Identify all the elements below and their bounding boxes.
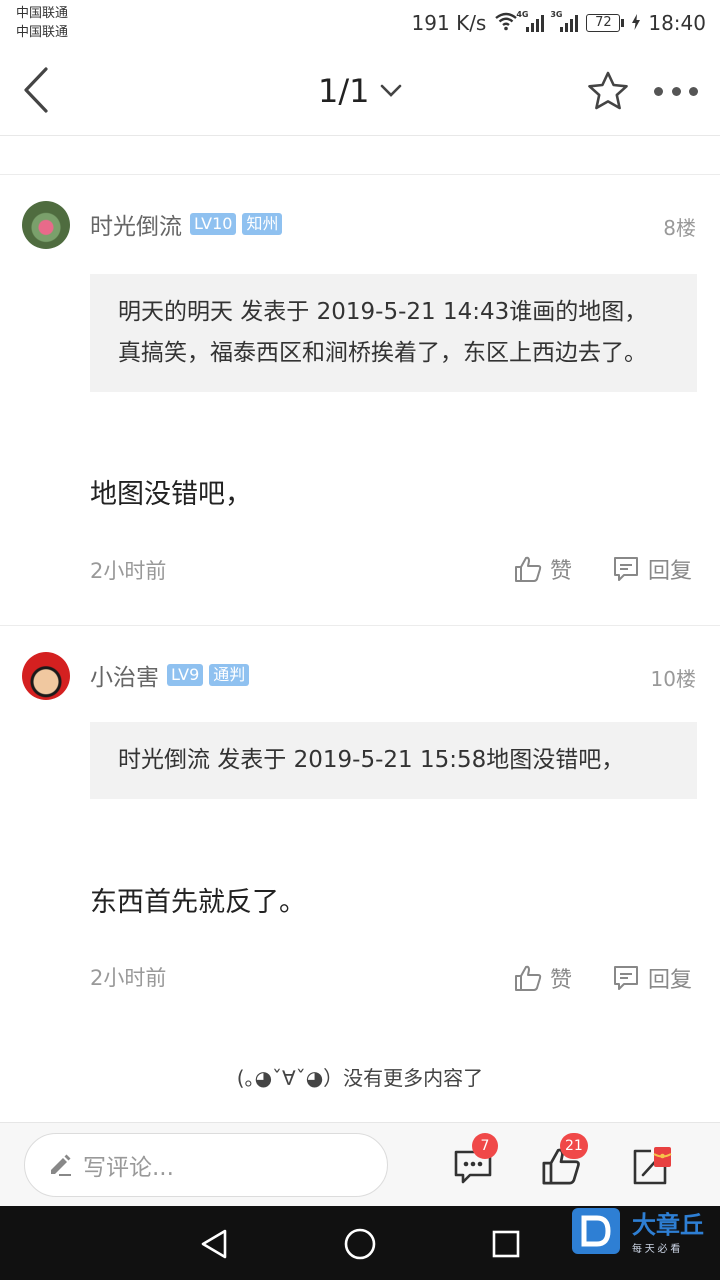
post-time: 2小时前 (90, 559, 167, 583)
comment-placeholder: 写评论... (83, 1155, 174, 1181)
floor-number: 8楼 (663, 216, 696, 240)
thumb-up-icon (515, 965, 542, 991)
system-home-button[interactable] (340, 1224, 380, 1264)
quote-block[interactable]: 明天的明天 发表于 2019-5-21 14:43谁画的地图，真搞笑，福泰西区和… (90, 274, 697, 392)
page-selector[interactable]: 1/1 (318, 70, 402, 112)
triangle-back-icon (201, 1229, 227, 1259)
post-content: 地图没错吧， (90, 479, 252, 510)
role-badge: 知州 (242, 213, 283, 235)
reply-button[interactable]: 回复 (612, 553, 692, 585)
wifi-icon (494, 11, 518, 36)
page-indicator: 1/1 (318, 72, 370, 110)
favorite-button[interactable] (584, 68, 632, 114)
watermark-brand: 大章丘 (632, 1211, 704, 1239)
share-button[interactable] (626, 1141, 676, 1191)
level-badge: LV10 (190, 213, 237, 235)
author-row: 小治害 LV9 通判 (90, 658, 250, 692)
like-button[interactable]: 赞 (514, 962, 572, 994)
level-badge: LV9 (167, 664, 204, 686)
avatar[interactable] (22, 652, 70, 700)
like-label: 赞 (550, 968, 573, 993)
square-recents-icon (492, 1230, 520, 1258)
share-icon (633, 1147, 672, 1185)
chevron-down-icon (380, 84, 401, 97)
author-name[interactable]: 时光倒流 (90, 207, 182, 241)
back-icon (24, 67, 48, 113)
watermark-logo: 大章丘 每 天 必 看 (570, 1206, 720, 1260)
watermark-slogan: 每 天 必 看 (632, 1242, 680, 1255)
more-button[interactable] (650, 70, 702, 112)
carrier-labels: 中国联通 中国联通 (16, 4, 68, 42)
signal-4g-icon: 4G (516, 10, 545, 32)
like-post-button[interactable]: 21 (536, 1133, 588, 1191)
signal-4g-tag: 4G (516, 10, 529, 19)
author-name[interactable]: 小治害 (90, 658, 159, 692)
no-more-content: (｡◕ˇ∀ˇ◕）没有更多内容了 (236, 1066, 484, 1090)
reply-button[interactable]: 回复 (612, 962, 692, 994)
signal-3g-icon: 3G (550, 10, 579, 32)
post-content: 东西首先就反了。 (90, 887, 306, 918)
role-badge: 通判 (209, 664, 250, 686)
avatar[interactable] (22, 201, 70, 249)
quote-block[interactable]: 时光倒流 发表于 2019-5-21 15:58地图没错吧， (90, 722, 697, 799)
comments-count-badge: 7 (472, 1133, 498, 1159)
comment-input[interactable]: 写评论... (24, 1133, 388, 1197)
battery-level: 72 (586, 14, 621, 32)
system-back-button[interactable] (194, 1224, 234, 1264)
network-speed: 191 K/s (411, 11, 487, 35)
battery-icon: 72 (586, 14, 625, 32)
comments-button[interactable]: 7 (448, 1133, 498, 1191)
system-recents-button[interactable] (486, 1224, 526, 1264)
charging-icon (632, 11, 641, 35)
post-time: 2小时前 (90, 966, 167, 990)
floor-number: 10楼 (650, 667, 696, 691)
status-indicators: 191 K/s 4G 3G 72 18:40 (412, 10, 706, 36)
likes-count-badge: 21 (560, 1133, 588, 1159)
star-icon (588, 71, 628, 110)
pencil-icon (51, 1154, 71, 1176)
reply-label: 回复 (648, 968, 693, 993)
more-icon (654, 86, 663, 96)
comment-icon (614, 966, 638, 990)
divider (0, 174, 720, 175)
clock: 18:40 (648, 11, 706, 35)
status-bar: 中国联通 中国联通 191 K/s 4G 3G 72 18:40 (0, 0, 720, 46)
thumb-up-icon (515, 556, 542, 582)
signal-3g-tag: 3G (550, 10, 563, 19)
top-nav-bar: 1/1 (0, 46, 720, 136)
back-button[interactable] (14, 64, 58, 116)
carrier-1: 中国联通 (16, 6, 69, 21)
author-row: 时光倒流 LV10 知州 (90, 207, 283, 241)
like-button[interactable]: 赞 (514, 553, 572, 585)
circle-home-icon (344, 1228, 376, 1260)
reply-label: 回复 (648, 559, 693, 584)
comment-icon (614, 557, 638, 581)
bottom-action-bar: 写评论... 7 21 (0, 1122, 720, 1206)
divider (0, 625, 720, 626)
like-label: 赞 (550, 559, 573, 584)
carrier-2: 中国联通 (16, 25, 69, 40)
